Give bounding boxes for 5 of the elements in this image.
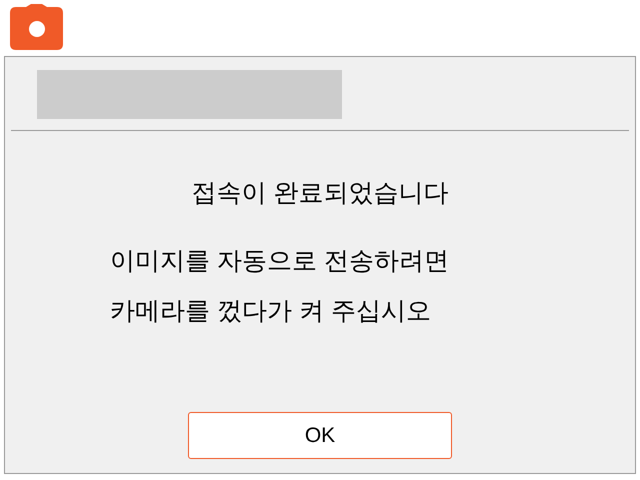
camera-icon (10, 4, 63, 50)
message-text: 이미지를 자동으로 전송하려면 (110, 246, 449, 276)
dialog-heading: 접속이 완료되었습니다 (192, 178, 448, 209)
message-text: 카메라를 껐다가 켜 주십시오 (110, 296, 431, 326)
ok-button[interactable]: OK (188, 412, 452, 459)
